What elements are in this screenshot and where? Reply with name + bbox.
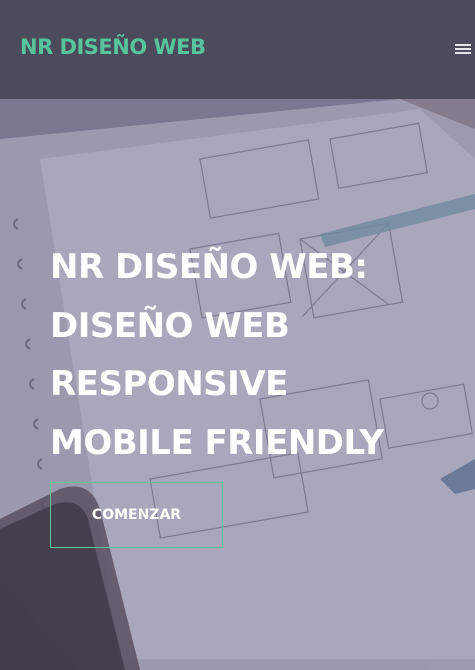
headline-line: DISEÑO WEB: [50, 305, 290, 346]
comenzar-button[interactable]: COMENZAR: [50, 482, 223, 548]
headline-line: MOBILE FRIENDLY: [50, 422, 384, 463]
hero-section: NR DISEÑO WEB: DISEÑO WEB RESPONSIVE MOB…: [0, 99, 475, 670]
navbar: NR DISEÑO WEB: [0, 0, 475, 99]
hamburger-menu-icon[interactable]: [455, 42, 471, 56]
hero-headline: NR DISEÑO WEB: DISEÑO WEB RESPONSIVE MOB…: [50, 238, 384, 472]
brand-logo[interactable]: NR DISEÑO WEB: [20, 35, 206, 59]
headline-line: RESPONSIVE: [50, 364, 288, 404]
headline-line: NR DISEÑO WEB:: [50, 247, 368, 287]
